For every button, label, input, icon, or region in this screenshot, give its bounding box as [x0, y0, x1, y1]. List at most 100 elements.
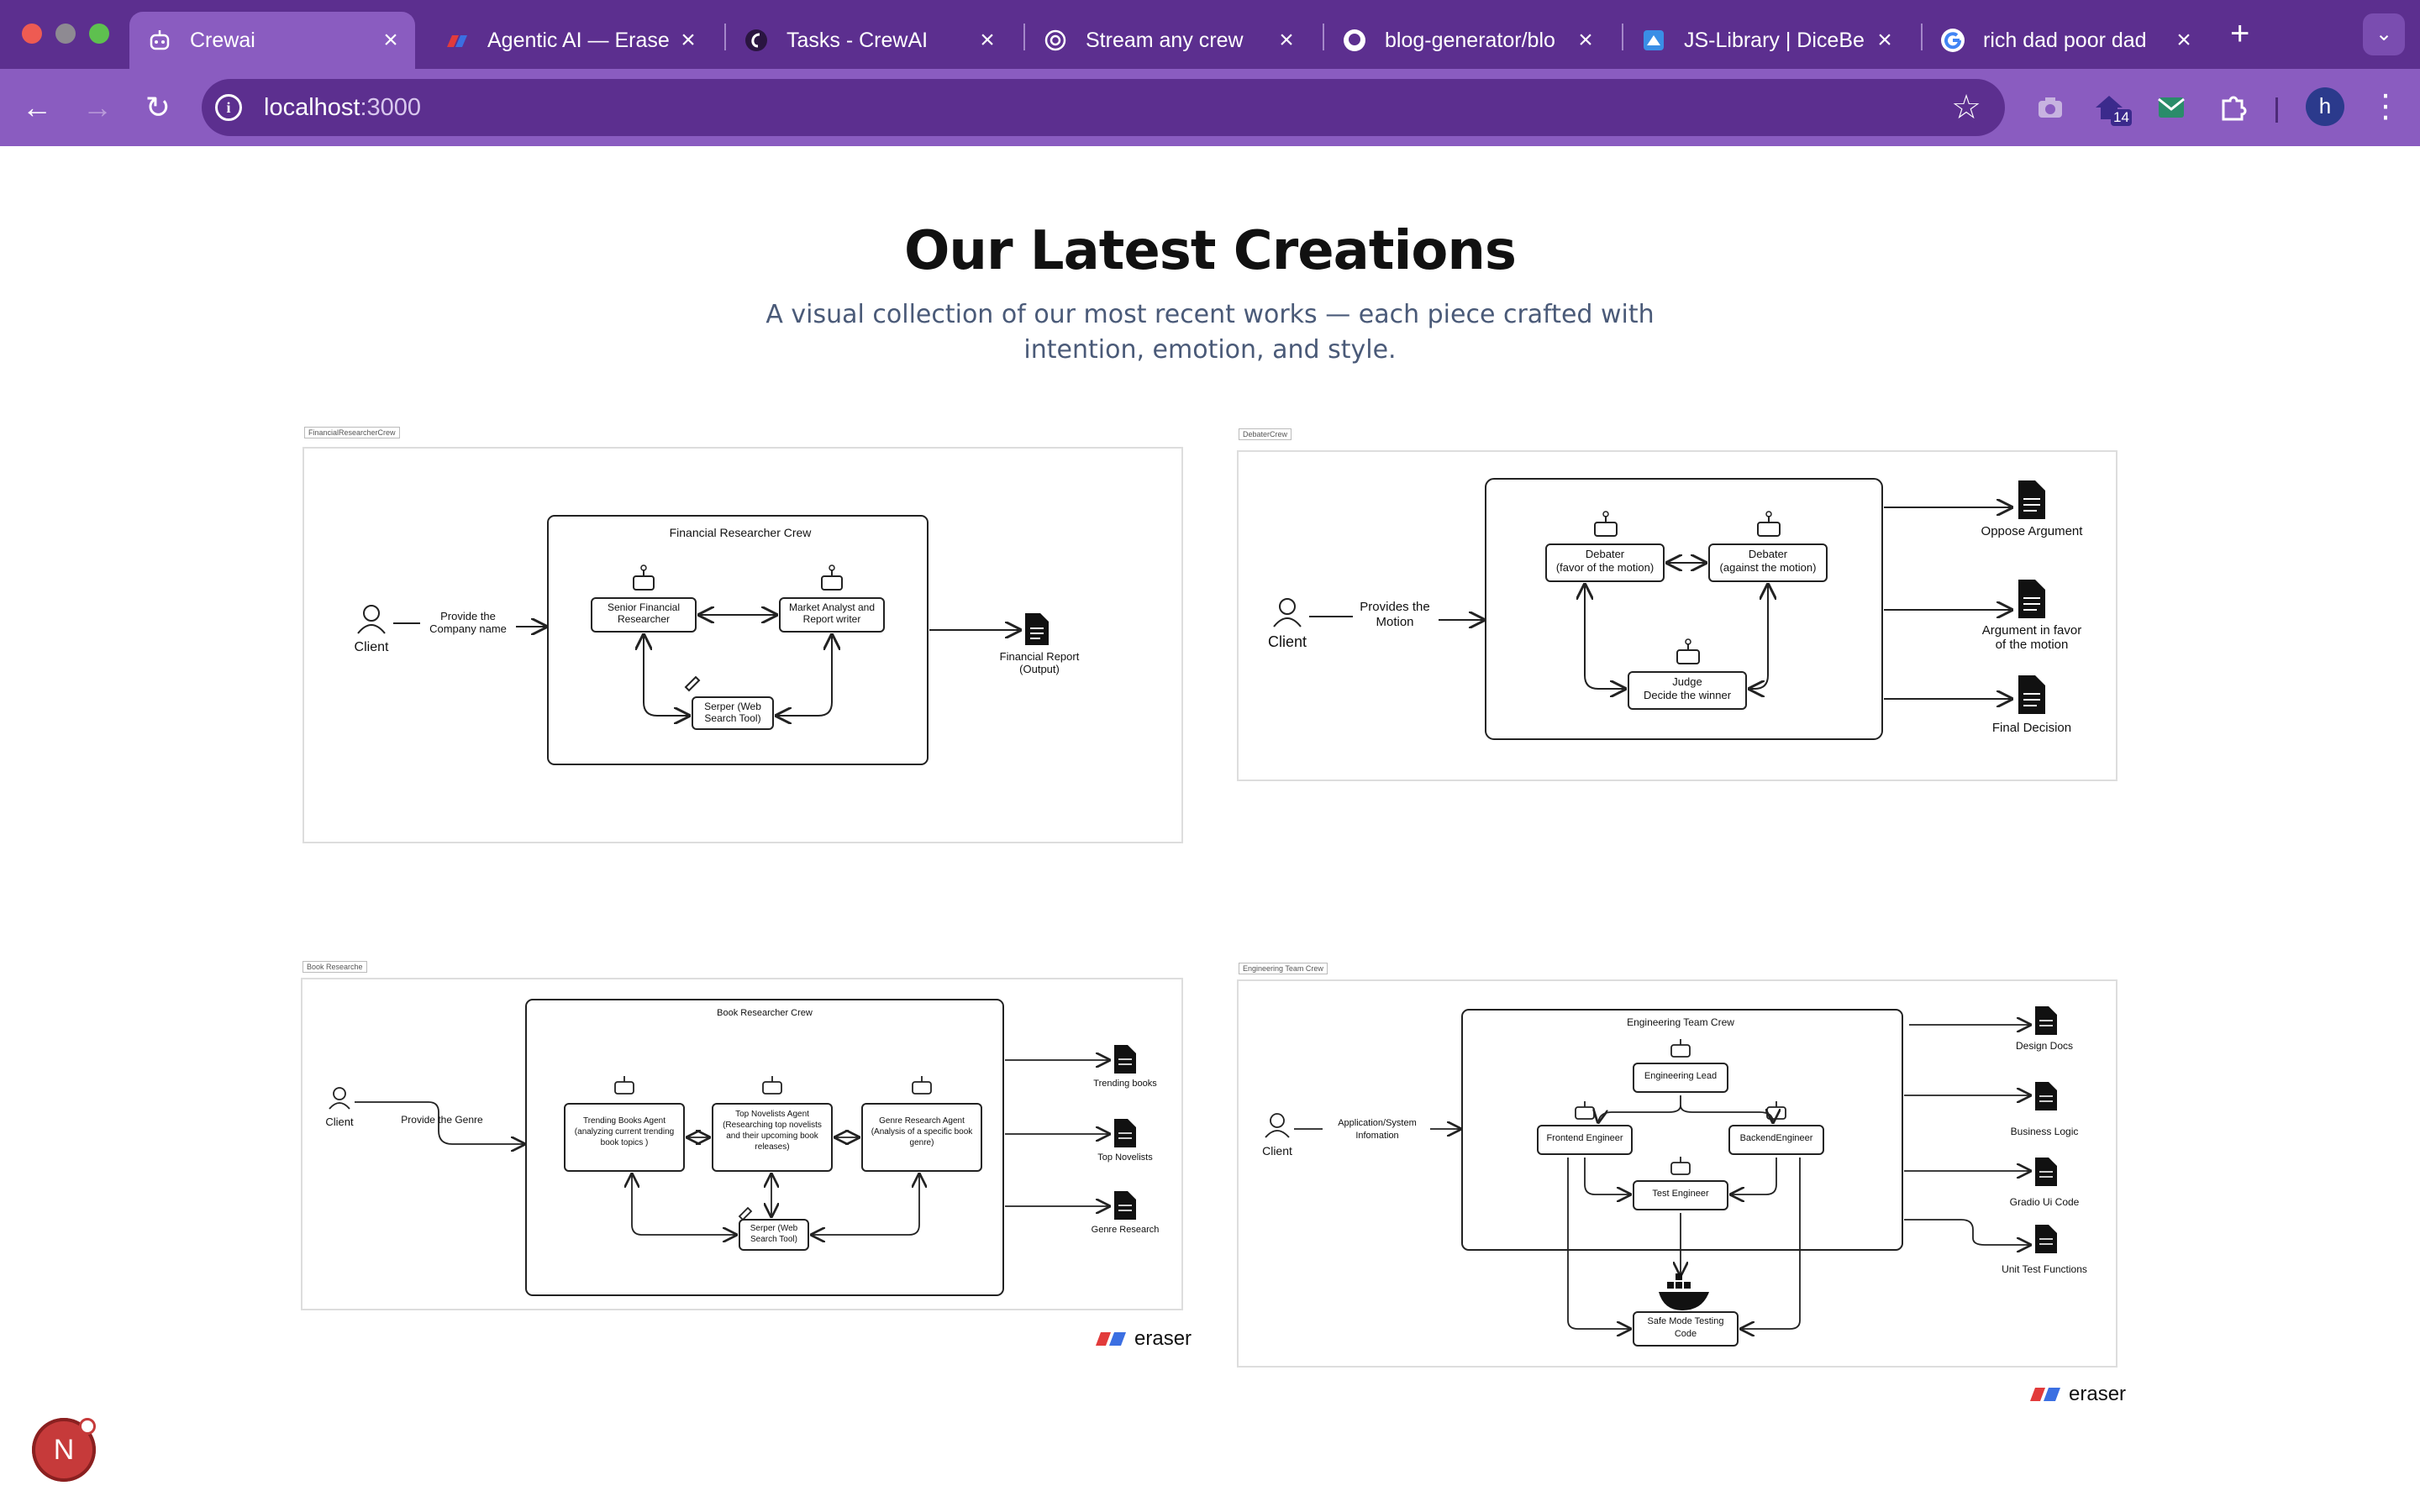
document-icon	[1114, 1119, 1136, 1147]
document-icon	[1114, 1045, 1136, 1074]
close-tab-icon[interactable]: ×	[1872, 26, 1897, 55]
page-title: Our Latest Creations	[903, 220, 1517, 282]
profile-avatar[interactable]: h	[2306, 87, 2344, 126]
output-label: Business Logic	[2010, 1126, 2079, 1137]
tab-tasks-crewai[interactable]: Tasks - CrewAI ×	[726, 12, 1012, 69]
crew-title: Engineering Team Crew	[1627, 1016, 1734, 1028]
tool-label: Serper (Web Search Tool)	[704, 701, 761, 724]
agent-robot-icon	[1670, 1039, 1691, 1058]
agent-robot-icon	[633, 564, 655, 591]
crew-title: Book Researcher Crew	[717, 1008, 813, 1018]
agent-label: Judge Decide the winner	[1643, 675, 1732, 701]
document-icon	[2035, 1006, 2057, 1035]
agent-robot-icon	[1757, 511, 1781, 537]
tab-title: blog-generator/blo	[1385, 28, 1555, 52]
input-label: Application/System Infomation	[1338, 1118, 1417, 1141]
dicebear-icon	[1644, 30, 1664, 50]
minimize-window-button[interactable]	[55, 24, 76, 44]
eraser-brand-label: eraser	[2069, 1383, 2127, 1405]
agent-robot-icon	[821, 564, 843, 591]
client-label: Client	[354, 640, 389, 654]
document-icon	[1025, 613, 1049, 645]
url-text: localhost:3000	[264, 94, 422, 121]
output-label: Financial Report (Output)	[999, 650, 1080, 675]
engineering-crew-diagram[interactable]: Engineering Team Crew Client Application…	[1237, 979, 2118, 1368]
close-tab-icon[interactable]: ×	[2171, 26, 2196, 55]
diagram-canvas	[1265, 1006, 2057, 1347]
new-tab-button[interactable]: +	[2230, 15, 2249, 52]
back-button[interactable]: ←	[13, 84, 60, 131]
dev-indicator-dot	[79, 1418, 96, 1435]
eraser-brand[interactable]: eraser	[2028, 1383, 2126, 1406]
output-label: Safe Mode Testing Code	[1647, 1316, 1724, 1339]
agent-robot-icon	[1766, 1101, 1786, 1120]
tab-stream-any-crew[interactable]: Stream any crew ×	[1025, 12, 1311, 69]
toolbar-separator	[2275, 97, 2278, 123]
book-crew-diagram[interactable]: Book Researcher Crew Client Provide the …	[301, 978, 1183, 1310]
person-icon	[1265, 1113, 1290, 1138]
input-label: Provide the Company name	[429, 610, 507, 635]
output-label: Trending books	[1093, 1079, 1157, 1089]
close-tab-icon[interactable]: ×	[1274, 26, 1299, 55]
document-icon	[2018, 580, 2045, 618]
site-info-icon[interactable]: i	[215, 94, 242, 121]
document-icon	[1114, 1191, 1136, 1220]
puzzle-extensions-icon[interactable]	[2218, 92, 2249, 123]
agent-label: BackendEngineer	[1739, 1133, 1813, 1143]
tab-crewai[interactable]: Crewai ×	[129, 12, 415, 69]
agent-label: Market Analyst and Report writer	[788, 601, 876, 625]
tab-agentic-ai[interactable]: Agentic AI — Erase ×	[427, 12, 713, 69]
document-icon	[2035, 1082, 2057, 1110]
tab-search-button[interactable]: ⌄	[2363, 13, 2405, 55]
document-icon	[2018, 480, 2045, 519]
robot-icon	[150, 30, 170, 50]
close-tab-icon[interactable]: ×	[975, 26, 1000, 55]
agent-label: Senior Financial Researcher	[607, 601, 681, 625]
agent-label: Test Engineer	[1652, 1189, 1709, 1199]
output-label: Final Decision	[1991, 721, 2072, 735]
card-tag: Engineering Team Crew	[1239, 963, 1328, 974]
maximize-window-button[interactable]	[89, 24, 109, 44]
person-icon	[329, 1087, 350, 1110]
financial-crew-diagram[interactable]: Financial Researcher Crew Client Provide…	[302, 447, 1183, 843]
agent-robot-icon	[1575, 1101, 1595, 1120]
tab-rich-dad[interactable]: rich dad poor dad ×	[1923, 12, 2208, 69]
agent-robot-icon	[762, 1076, 782, 1095]
crew-title: Financial Researcher Crew	[669, 526, 812, 539]
agent-robot-icon	[1670, 1157, 1691, 1175]
output-label: Genre Research	[1091, 1225, 1160, 1235]
close-tab-icon[interactable]: ×	[1573, 26, 1598, 55]
close-tab-icon[interactable]: ×	[676, 26, 701, 55]
person-icon	[1273, 598, 1302, 627]
tab-js-library[interactable]: JS-Library | DiceBe ×	[1623, 12, 1909, 69]
reload-button[interactable]: ↻	[134, 84, 182, 131]
input-label: Provide the Genre	[401, 1114, 483, 1126]
debater-crew-diagram[interactable]: Client Provides the Motion Debater (favo…	[1237, 450, 2118, 781]
bookmark-star-icon[interactable]: ☆	[1951, 87, 1981, 128]
document-icon	[2018, 675, 2045, 714]
tab-title: rich dad poor dad	[1983, 28, 2147, 52]
address-bar[interactable]: i localhost:3000 ☆	[202, 79, 2005, 136]
close-tab-icon[interactable]: ×	[378, 26, 403, 55]
client-label: Client	[1267, 633, 1307, 650]
openai-icon	[1044, 29, 1066, 51]
extension-badge: 14	[2111, 109, 2132, 126]
tab-title: Agentic AI — Erase	[487, 28, 670, 52]
close-window-button[interactable]	[22, 24, 42, 44]
page-subtitle: A visual collection of our most recent w…	[765, 300, 1655, 365]
camera-icon[interactable]	[2035, 92, 2065, 123]
mail-extension-icon[interactable]	[2156, 92, 2186, 123]
tab-title: Crewai	[190, 28, 255, 52]
eraser-logo-icon	[2030, 1388, 2060, 1401]
agent-label: Top Novelists Agent (Researching top nov…	[723, 1110, 822, 1152]
eraser-brand[interactable]: eraser	[1094, 1327, 1192, 1351]
card-tag: Book Researche	[302, 961, 367, 973]
card-tag: FinancialResearcherCrew	[304, 427, 400, 438]
agent-robot-icon	[1594, 511, 1618, 537]
agent-robot-icon	[614, 1076, 634, 1095]
output-label: Argument in favor of the motion	[1981, 623, 2082, 652]
tab-blog-generator[interactable]: blog-generator/blo ×	[1324, 12, 1610, 69]
forward-button[interactable]: →	[74, 84, 121, 131]
menu-kebab-icon[interactable]: ⋮	[2370, 86, 2402, 128]
eraser-logo-icon	[1096, 1332, 1126, 1346]
